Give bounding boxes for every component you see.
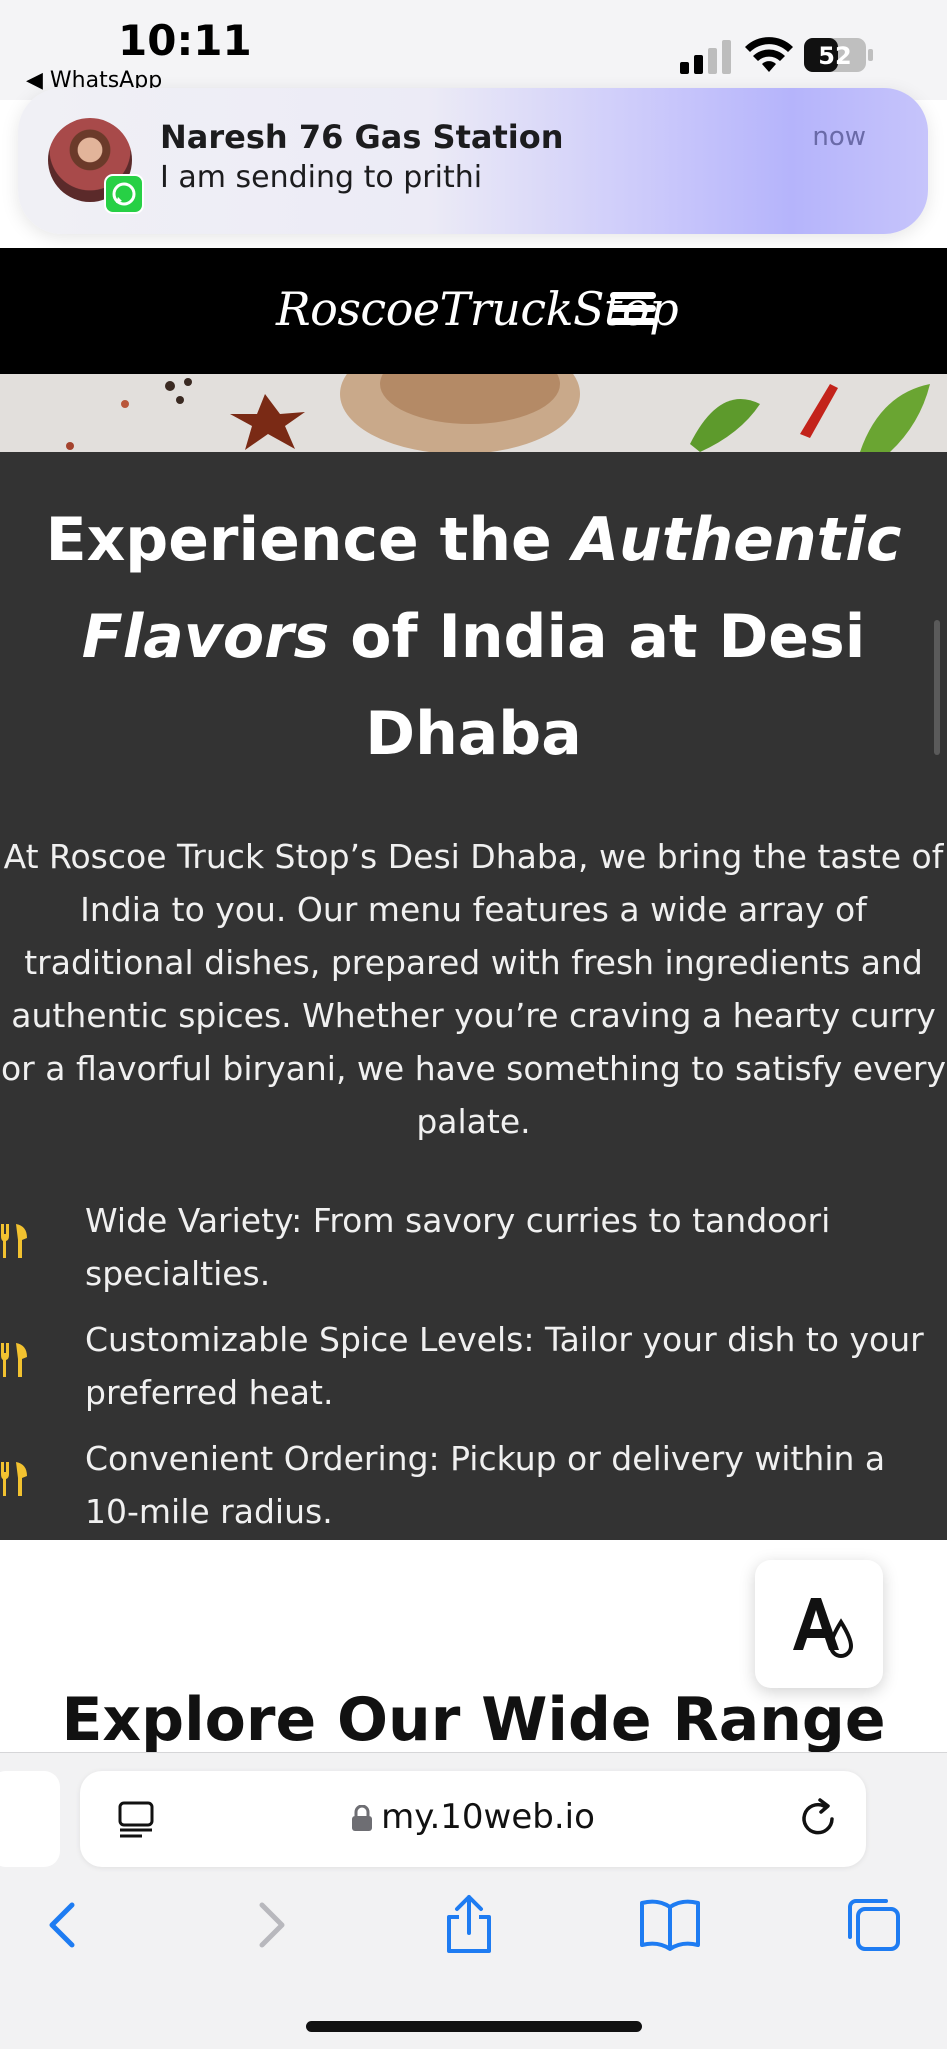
cellular-signal-icon: [680, 40, 731, 74]
share-icon[interactable]: [437, 1893, 501, 1957]
tabs-icon[interactable]: [842, 1893, 906, 1957]
notification-sender: Naresh 76 Gas Station: [160, 118, 564, 156]
notification-message: I am sending to prithi: [160, 160, 483, 195]
spices-banner-image: [0, 374, 947, 452]
battery-level: 52: [818, 42, 851, 70]
site-header: RoscoeTruckStop: [0, 248, 947, 374]
spices-illustration: [0, 374, 947, 452]
intro-paragraph: At Roscoe Truck Stop’s Desi Dhaba, we br…: [0, 837, 946, 1141]
reload-icon[interactable]: [796, 1797, 840, 1841]
utensils-icon: [1, 1224, 27, 1258]
contrast-icon: [793, 1598, 854, 1658]
section-heading: Explore Our Wide Range: [61, 1685, 886, 1755]
title-part-1: Experience the: [45, 505, 573, 575]
utensils-icon: [1, 1343, 27, 1377]
notification-time: now: [812, 122, 866, 152]
bookmarks-icon[interactable]: [638, 1893, 702, 1957]
intro-section: Experience the Authentic Flavors of Indi…: [0, 452, 947, 1540]
utensils-icon: [1, 1462, 27, 1496]
accessibility-widget-button[interactable]: [755, 1560, 883, 1688]
battery-icon: 52: [804, 38, 873, 72]
scroll-indicator: [934, 620, 940, 755]
lock-icon: [352, 1804, 373, 1831]
previous-tab-preview[interactable]: [0, 1771, 60, 1867]
page-title: Experience the Authentic Flavors of Indi…: [30, 492, 917, 783]
wifi-icon: [745, 37, 793, 72]
url: my.10web.io: [381, 1797, 595, 1837]
back-icon[interactable]: [32, 1893, 96, 1957]
feature-text: Wide Variety: From savory curries to tan…: [85, 1201, 831, 1293]
url-text: my.10web.io: [80, 1797, 866, 1837]
feature-text: Convenient Ordering: Pickup or delivery …: [85, 1439, 886, 1531]
status-bar: 10:11 ◀ WhatsApp 52: [0, 0, 947, 100]
hamburger-menu-icon[interactable]: [610, 292, 656, 330]
browser-bottom-bar: my.10web.io: [0, 1752, 947, 2049]
status-time: 10:11: [118, 16, 252, 65]
feature-text: Customizable Spice Levels: Tailor your d…: [85, 1320, 924, 1412]
forward-icon[interactable]: [238, 1893, 302, 1957]
home-indicator: [306, 2021, 642, 2032]
address-bar[interactable]: my.10web.io: [80, 1771, 866, 1867]
whatsapp-icon: [104, 174, 144, 214]
title-part-2: of India at Desi Dhaba: [329, 602, 866, 769]
notification-banner[interactable]: Naresh 76 Gas Station I am sending to pr…: [18, 88, 928, 234]
